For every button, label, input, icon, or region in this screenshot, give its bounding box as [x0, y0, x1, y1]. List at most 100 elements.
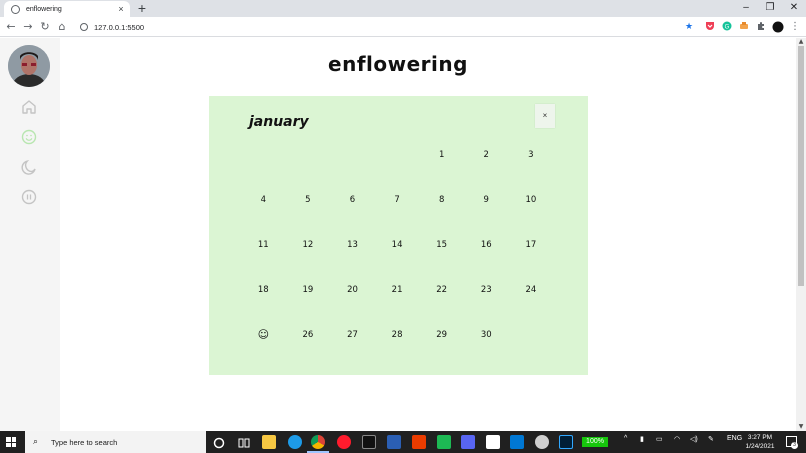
browser-menu-icon[interactable]: ⋮	[789, 21, 801, 33]
taskbar-search-placeholder[interactable]: Type here to search	[51, 438, 117, 447]
calendar-empty-cell	[286, 133, 331, 178]
office-icon[interactable]	[412, 435, 426, 449]
cortana-icon[interactable]	[212, 435, 226, 449]
new-tab-button[interactable]: +	[134, 0, 150, 17]
opera-icon[interactable]	[337, 435, 351, 449]
calendar-day[interactable]: 22	[419, 267, 464, 312]
calendar-close-button[interactable]: ×	[535, 104, 555, 128]
calendar-card: january × 1 2 3 4 5 6 7 8 9 10 11 12 13 14 15 16 17 18 19 2…	[209, 96, 588, 375]
windows-taskbar: ⌕ Type here to search 100% ^ ▮ ▭ ◠ ◁) ✎ …	[0, 431, 806, 453]
scroll-down-arrow[interactable]: ▼	[797, 424, 805, 430]
edge-icon[interactable]	[288, 435, 302, 449]
battery-tray-icon[interactable]: ▭	[656, 435, 663, 443]
calendar-day[interactable]: 6	[330, 178, 375, 223]
calendar-day[interactable]: 3	[509, 133, 554, 178]
address-url[interactable]: 127.0.0.1:5500	[94, 23, 144, 32]
calendar-day[interactable]: 18	[241, 267, 286, 312]
green-app-icon[interactable]	[437, 435, 451, 449]
scroll-up-arrow[interactable]: ▲	[797, 39, 805, 45]
calendar-day[interactable]: 30	[464, 312, 509, 357]
bookmark-star-icon[interactable]: ★	[683, 21, 695, 33]
minimize-button[interactable]: –	[734, 0, 758, 17]
reload-button[interactable]: ↻	[37, 19, 53, 35]
pause-icon[interactable]	[20, 188, 38, 206]
scroll-thumb[interactable]	[798, 46, 804, 286]
calendar-day[interactable]: 27	[330, 312, 375, 357]
home-icon[interactable]	[20, 98, 38, 116]
windows-start-icon[interactable]	[6, 437, 16, 447]
mic-icon[interactable]: ▮	[640, 435, 644, 443]
clock-date: 1/24/2021	[745, 443, 775, 450]
tab-close-button[interactable]: ×	[115, 4, 127, 14]
settings-gear-icon[interactable]	[535, 435, 549, 449]
page-title: enflowering	[328, 52, 468, 76]
pocket-extension-icon[interactable]	[704, 21, 716, 33]
browser-tab[interactable]: enflowering ×	[4, 1, 130, 17]
search-icon: ⌕	[33, 437, 39, 447]
window-close-button[interactable]: ✕	[782, 0, 806, 17]
pen-icon[interactable]: ✎	[708, 435, 714, 443]
calendar-empty-cell	[509, 312, 554, 357]
calendar-day[interactable]: 13	[330, 223, 375, 268]
user-avatar[interactable]	[8, 45, 50, 87]
calendar-day[interactable]: 7	[375, 178, 420, 223]
grammarly-extension-icon[interactable]: G	[721, 21, 733, 33]
calendar-day[interactable]: 24	[509, 267, 554, 312]
notification-count: 3	[791, 442, 798, 449]
calendar-day[interactable]: 12	[286, 223, 331, 268]
calendar-day[interactable]: 9	[464, 178, 509, 223]
photoshop-icon[interactable]	[559, 435, 573, 449]
calendar-day[interactable]: 2	[464, 133, 509, 178]
extensions-puzzle-icon[interactable]	[755, 21, 767, 33]
calendar-day[interactable]: 16	[464, 223, 509, 268]
moon-icon[interactable]	[20, 158, 38, 176]
smile-icon[interactable]	[20, 128, 38, 146]
volume-icon[interactable]: ◁)	[690, 435, 698, 443]
globe-icon	[11, 4, 20, 14]
tray-chevron-icon[interactable]: ^	[624, 435, 627, 442]
profile-avatar-icon[interactable]	[772, 21, 784, 33]
notion-icon[interactable]	[486, 435, 500, 449]
calendar-empty-cell	[241, 133, 286, 178]
calendar-day[interactable]: 29	[419, 312, 464, 357]
calendar-day[interactable]: 19	[286, 267, 331, 312]
task-view-icon[interactable]	[237, 435, 251, 449]
taskbar-search[interactable]: ⌕ Type here to search	[25, 431, 206, 453]
calendar-day[interactable]: 8	[419, 178, 464, 223]
back-button[interactable]: ←	[3, 19, 19, 35]
taskbar-clock[interactable]: 3:27 PM 1/24/2021	[742, 433, 778, 451]
calendar-day[interactable]: 28	[375, 312, 420, 357]
calendar-day[interactable]: 4	[241, 178, 286, 223]
calendar-day[interactable]: 26	[286, 312, 331, 357]
wifi-icon[interactable]: ◠	[674, 435, 680, 443]
battery-indicator[interactable]: 100%	[582, 437, 608, 447]
calendar-day[interactable]: 11	[241, 223, 286, 268]
calendar-day[interactable]: 20	[330, 267, 375, 312]
vscode-icon[interactable]	[510, 435, 524, 449]
calendar-day[interactable]: 21	[375, 267, 420, 312]
restore-button[interactable]: ❐	[758, 0, 782, 17]
file-explorer-icon[interactable]	[262, 435, 276, 449]
chrome-icon[interactable]	[311, 435, 325, 449]
calendar-day[interactable]: 15	[419, 223, 464, 268]
calendar-empty-cell	[330, 133, 375, 178]
home-button[interactable]: ⌂	[54, 19, 70, 35]
calendar-day[interactable]: 10	[509, 178, 554, 223]
printer-extension-icon[interactable]	[738, 21, 750, 33]
browser-toolbar: ← → ↻ ⌂ 127.0.0.1:5500 ★ G ⋮	[0, 17, 806, 37]
language-indicator[interactable]: ENG	[727, 435, 742, 442]
discord-icon[interactable]	[461, 435, 475, 449]
powershell-icon[interactable]	[387, 435, 401, 449]
calendar-day[interactable]: 1	[419, 133, 464, 178]
forward-button[interactable]: →	[20, 19, 36, 35]
calendar-day[interactable]: 5	[286, 178, 331, 223]
calendar-day[interactable]: 23	[464, 267, 509, 312]
info-icon[interactable]	[80, 23, 88, 31]
address-bar[interactable]: 127.0.0.1:5500	[74, 19, 704, 35]
calendar-day-today[interactable]: ☺	[241, 312, 286, 357]
terminal-icon[interactable]	[362, 435, 376, 449]
page-scrollbar[interactable]: ▲ ▼	[796, 38, 806, 431]
svg-text:G: G	[725, 25, 730, 31]
calendar-day[interactable]: 14	[375, 223, 420, 268]
calendar-day[interactable]: 17	[509, 223, 554, 268]
